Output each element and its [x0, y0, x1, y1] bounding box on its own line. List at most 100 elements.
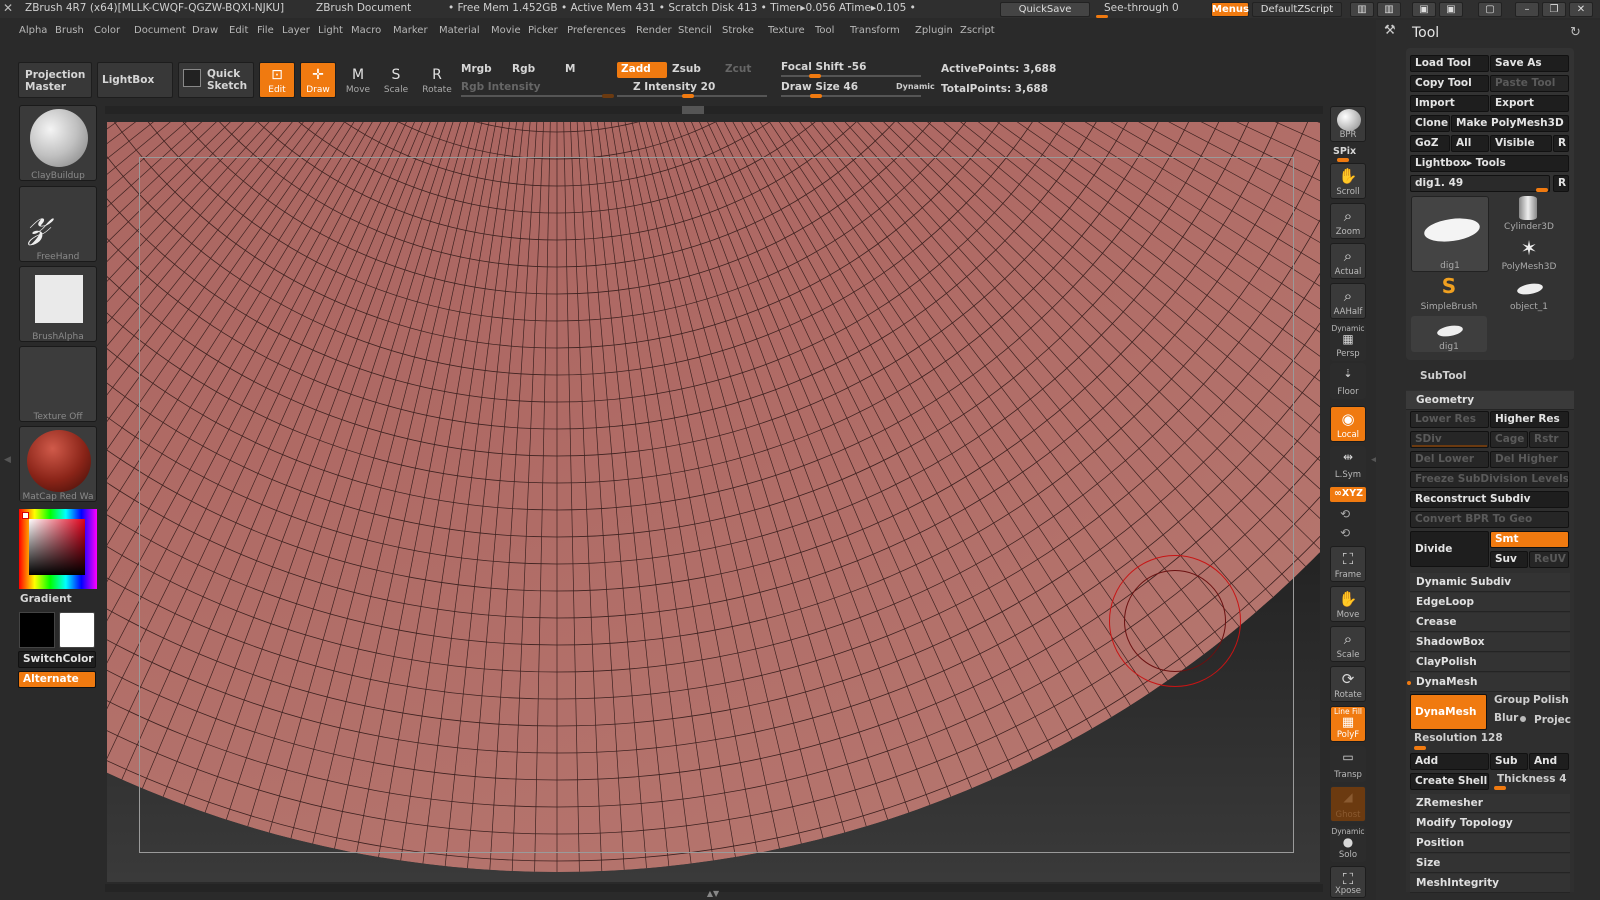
load-tool-button[interactable]: Load Tool [1410, 55, 1489, 72]
menu-layer[interactable]: Layer [282, 25, 310, 36]
smt-toggle[interactable]: Smt [1490, 531, 1569, 548]
lsym-button[interactable]: ⇹ L.Sym [1330, 446, 1366, 482]
lock-icon[interactable]: ▢ [1478, 2, 1502, 17]
copy-tool-button[interactable]: Copy Tool [1410, 75, 1489, 92]
lightbox-button[interactable]: LightBox [97, 62, 173, 98]
geometry-section-header[interactable]: Geometry [1406, 391, 1574, 410]
move-mode-button[interactable]: M Move [340, 62, 376, 98]
menu-edit[interactable]: Edit [229, 25, 248, 36]
goz-r-button[interactable]: R [1553, 135, 1569, 152]
bpr-render-button[interactable]: BPR [1330, 106, 1366, 142]
tool-thumb-polymesh3d[interactable]: ✶ PolyMesh3D [1491, 236, 1567, 272]
thickness-slider[interactable]: Thickness 4 [1497, 773, 1567, 785]
rotate-view-button[interactable]: ⟳ Rotate [1330, 666, 1366, 702]
edgeloop-section[interactable]: EdgeLoop [1410, 593, 1570, 612]
ghost-button[interactable]: ◢ Ghost [1330, 786, 1366, 822]
dynamesh-resolution-slider[interactable]: Resolution 128 [1414, 732, 1503, 744]
z-intensity-knob[interactable] [682, 94, 694, 98]
menu-material[interactable]: Material [439, 25, 480, 36]
convert-bpr-to-geo-button[interactable]: Convert BPR To Geo [1410, 511, 1569, 528]
menu-stencil[interactable]: Stencil [678, 25, 712, 36]
xpose-button[interactable]: ⛶ Xpose [1330, 866, 1366, 898]
bottom-tray-toggle-icon[interactable]: ▲▼ [700, 889, 726, 899]
create-shell-button[interactable]: Create Shell [1410, 773, 1489, 790]
document-canvas[interactable] [107, 122, 1320, 882]
color-picker-square[interactable] [29, 519, 85, 575]
floor-button[interactable]: ⇣ Floor [1330, 363, 1366, 399]
persp-button[interactable]: Dynamic ▦ Persp [1330, 323, 1366, 361]
lightbox-tools-button[interactable]: Lightbox▸ Tools [1410, 155, 1569, 172]
zoom-button[interactable]: ⌕ Zoom [1330, 203, 1366, 239]
menu-preferences[interactable]: Preferences [567, 25, 626, 36]
modify-topology-section[interactable]: Modify Topology [1410, 814, 1570, 833]
divide-button[interactable]: Divide [1410, 531, 1489, 567]
gradient-label[interactable]: Gradient [20, 593, 72, 605]
clone-button[interactable]: Clone [1410, 115, 1450, 132]
zsub-button[interactable]: Zsub [672, 63, 701, 75]
shelf-scrollbar-thumb[interactable] [682, 106, 704, 114]
menu-zscript[interactable]: Zscript [960, 25, 995, 36]
tool-thumb-simplebrush[interactable]: S SimpleBrush [1411, 274, 1487, 312]
stroke-thumbnail[interactable]: 𝓏 FreeHand [19, 186, 97, 262]
rgb-intensity-knob[interactable] [602, 94, 614, 98]
make-polymesh3d-button[interactable]: Make PolyMesh3D [1451, 115, 1569, 132]
current-tool-slider[interactable]: dig1. 49 [1410, 175, 1550, 192]
solo-button[interactable]: Dynamic ● Solo [1330, 826, 1366, 862]
size-section[interactable]: Size [1410, 854, 1570, 873]
dynamesh-blur-slider[interactable]: Blur [1494, 712, 1518, 724]
frame-button[interactable]: ⛶ Frame [1330, 546, 1366, 582]
reconstruct-subdiv-button[interactable]: Reconstruct Subdiv [1410, 491, 1569, 508]
menu-picker[interactable]: Picker [528, 25, 558, 36]
switch-color-button[interactable]: SwitchColor [18, 651, 96, 668]
menu-texture[interactable]: Texture [768, 25, 805, 36]
quicksave-button[interactable]: QuickSave [1000, 2, 1090, 17]
brush-thumbnail[interactable]: ClayBuildup [19, 105, 97, 181]
current-tool-knob[interactable] [1536, 188, 1548, 192]
menu-movie[interactable]: Movie [491, 25, 521, 36]
actual-button[interactable]: ⌕ Actual [1330, 243, 1366, 279]
position-section[interactable]: Position [1410, 834, 1570, 853]
tool-thumb-object1[interactable]: object_1 [1491, 276, 1567, 312]
edit-mode-button[interactable]: ⊡ Edit [259, 62, 295, 98]
rotate-y-icon[interactable]: ⟲ [1340, 507, 1350, 521]
alpha-thumbnail[interactable]: BrushAlpha [19, 266, 97, 342]
menu-light[interactable]: Light [318, 25, 343, 36]
secondary-color-swatch[interactable] [59, 612, 95, 648]
spix-knob[interactable] [1337, 158, 1349, 162]
tool-thumb-dig1[interactable]: dig1 [1411, 316, 1487, 352]
del-lower-button[interactable]: Del Lower [1410, 451, 1489, 468]
save-as-button[interactable]: Save As [1490, 55, 1569, 72]
primary-color-swatch[interactable] [19, 612, 55, 648]
menu-render[interactable]: Render [636, 25, 672, 36]
see-through-slider-knob[interactable] [1096, 15, 1108, 18]
suv-toggle[interactable]: Suv [1490, 551, 1528, 568]
shelf-scrollbar[interactable] [105, 106, 1323, 114]
color-picker[interactable] [19, 509, 97, 589]
menu-draw[interactable]: Draw [192, 25, 218, 36]
lower-res-button[interactable]: Lower Res [1410, 411, 1489, 428]
tray-toggle-left-button[interactable]: ▥ [1350, 2, 1374, 17]
subtool-section[interactable]: SubTool [1420, 370, 1466, 382]
material-thumbnail[interactable]: MatCap Red Wa [19, 426, 97, 502]
menu-tool[interactable]: Tool [815, 25, 834, 36]
zadd-button[interactable]: Zadd [617, 62, 667, 78]
menu-alpha[interactable]: Alpha [19, 25, 47, 36]
crease-section[interactable]: Crease [1410, 613, 1570, 632]
menu-color[interactable]: Color [94, 25, 120, 36]
claypolish-section[interactable]: ClayPolish [1410, 653, 1570, 672]
draw-mode-button[interactable]: ✛ Draw [300, 62, 336, 98]
tray-toggle-right-button[interactable]: ▥ [1377, 2, 1401, 17]
aahalf-button[interactable]: ⌕ AAHalf [1330, 283, 1366, 319]
menu-transform[interactable]: Transform [850, 25, 900, 36]
tool-thumb-dig1-active[interactable]: dig1 [1411, 196, 1489, 272]
freeze-subdivision-levels-button[interactable]: Freeze SubDivision Levels [1410, 471, 1569, 488]
import-button[interactable]: Import [1410, 95, 1489, 112]
menu-brush[interactable]: Brush [55, 25, 84, 36]
dynamic-subdiv-section[interactable]: Dynamic Subdiv [1410, 573, 1570, 592]
transp-button[interactable]: ▭ Transp [1330, 746, 1366, 782]
scale-view-button[interactable]: ⌕ Scale [1330, 626, 1366, 662]
rstr-button[interactable]: Rstr [1529, 431, 1569, 448]
goz-visible-button[interactable]: Visible [1490, 135, 1552, 152]
menu-document[interactable]: Document [134, 25, 186, 36]
menu-macro[interactable]: Macro [351, 25, 381, 36]
